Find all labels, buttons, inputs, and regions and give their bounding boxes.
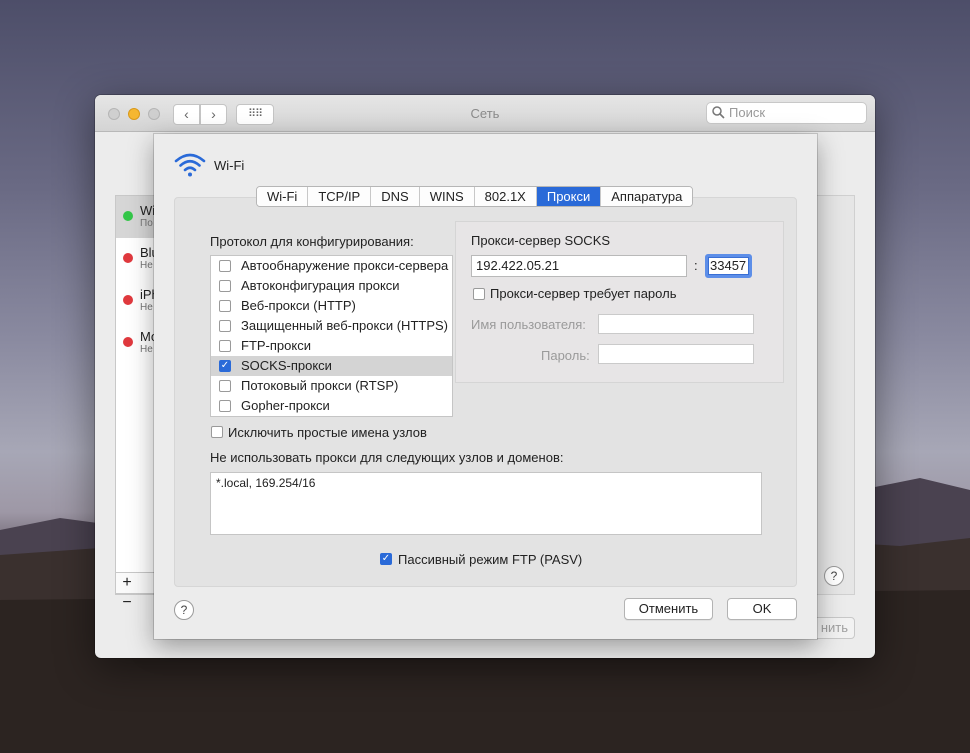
cancel-button[interactable]: Отменить — [624, 598, 713, 620]
help-button[interactable]: ? — [174, 600, 194, 620]
protocol-item-rtsp[interactable]: Потоковый прокси (RTSP) — [211, 376, 452, 396]
tab-bar: Wi-Fi TCP/IP DNS WINS 802.1X Прокси Аппа… — [256, 186, 694, 207]
exclude-simple-hosts-checkbox[interactable] — [211, 426, 223, 438]
protocol-label: FTP-прокси — [241, 338, 311, 353]
protocol-item-auto-discovery[interactable]: Автообнаружение прокси-сервера — [211, 256, 452, 276]
exclude-simple-hosts-label[interactable]: Исключить простые имена узлов — [228, 425, 427, 440]
protocol-checkbox[interactable]: ✓ — [219, 360, 231, 372]
ok-button[interactable]: OK — [727, 598, 797, 620]
socks-panel-title: Прокси-сервер SOCKS — [471, 233, 611, 248]
protocol-label: SOCKS-прокси — [241, 358, 332, 373]
add-remove-bar: +− — [115, 572, 159, 611]
protocol-label: Gopher-прокси — [241, 398, 330, 413]
search-placeholder: Поиск — [729, 105, 766, 120]
tab-wifi[interactable]: Wi-Fi — [257, 187, 309, 206]
username-label: Имя пользователя: — [471, 317, 586, 332]
service-status: По — [140, 218, 153, 229]
protocol-item-auto-config[interactable]: Автоконфигурация прокси — [211, 276, 452, 296]
protocol-item-http[interactable]: Веб-прокси (HTTP) — [211, 296, 452, 316]
tab-tcpip[interactable]: TCP/IP — [308, 187, 372, 206]
checkmark-icon: ✓ — [381, 553, 391, 564]
protocol-item-gopher[interactable]: Gopher-прокси — [211, 396, 452, 416]
password-field[interactable] — [598, 344, 754, 364]
protocol-checkbox[interactable] — [219, 340, 231, 352]
protocol-item-https[interactable]: Защищенный веб-прокси (HTTPS) — [211, 316, 452, 336]
search-icon — [712, 106, 725, 119]
protocol-label: Автообнаружение прокси-сервера — [241, 258, 449, 273]
protocol-label: Веб-прокси (HTTP) — [241, 298, 356, 313]
port-separator: : — [694, 258, 698, 273]
protocol-checkbox[interactable] — [219, 320, 231, 332]
pasv-checkbox[interactable]: ✓ — [380, 553, 392, 565]
protocol-label: Автоконфигурация прокси — [241, 278, 400, 293]
checkmark-icon: ✓ — [220, 360, 230, 371]
wifi-icon — [174, 153, 206, 177]
protocol-checkbox[interactable] — [219, 260, 231, 272]
username-field[interactable] — [598, 314, 754, 334]
protocol-list: Автообнаружение прокси-сервера Автоконфи… — [210, 255, 453, 417]
password-label: Пароль: — [541, 348, 590, 363]
add-service-button[interactable]: + — [116, 573, 138, 593]
window-help-button[interactable]: ? — [824, 566, 844, 586]
service-status: Не — [140, 344, 153, 355]
protocol-item-ftp[interactable]: FTP-прокси — [211, 336, 452, 356]
protocol-checkbox[interactable] — [219, 300, 231, 312]
service-status: Не — [140, 260, 153, 271]
service-name: Wi — [140, 203, 156, 218]
tab-8021x[interactable]: 802.1X — [474, 187, 537, 206]
interface-name: Wi-Fi — [214, 158, 245, 173]
protocol-label: Потоковый прокси (RTSP) — [241, 378, 399, 393]
protocol-checkbox[interactable] — [219, 280, 231, 292]
status-dot-icon — [123, 253, 133, 263]
tab-proxies[interactable]: Прокси — [536, 187, 602, 206]
bypass-label: Не использовать прокси для следующих узл… — [210, 450, 564, 465]
bypass-hosts-textarea[interactable]: *.local, 169.254/16 — [210, 472, 762, 535]
service-status: Не — [140, 302, 153, 313]
status-dot-icon — [123, 211, 133, 221]
proxy-port-input[interactable]: 33457 — [705, 254, 752, 278]
protocol-list-label: Протокол для конфигурирования: — [210, 234, 414, 249]
advanced-settings-sheet: Wi-Fi Wi-Fi TCP/IP DNS WINS 802.1X Прокс… — [154, 134, 817, 639]
requires-password-checkbox[interactable] — [473, 288, 485, 300]
remove-service-button[interactable]: − — [116, 593, 138, 613]
protocol-checkbox[interactable] — [219, 400, 231, 412]
search-field[interactable]: Поиск — [706, 102, 867, 124]
tab-wins[interactable]: WINS — [419, 187, 475, 206]
status-dot-icon — [123, 295, 133, 305]
tab-hardware[interactable]: Аппаратура — [601, 187, 693, 206]
protocol-checkbox[interactable] — [219, 380, 231, 392]
title-bar: ‹ › ⠿⠿ Сеть Поиск — [95, 95, 875, 132]
proxy-server-input[interactable]: 192.422.05.21 — [471, 255, 687, 277]
protocol-item-socks[interactable]: ✓ SOCKS-прокси — [211, 356, 452, 376]
socks-proxy-panel: Прокси-сервер SOCKS 192.422.05.21 : 3345… — [456, 222, 783, 382]
pasv-label[interactable]: Пассивный режим FTP (PASV) — [398, 552, 582, 567]
requires-password-label[interactable]: Прокси-сервер требует пароль — [490, 286, 676, 301]
service-list: Wi По Blu Не iPh Не Mo Не — [115, 195, 160, 595]
protocol-label: Защищенный веб-прокси (HTTPS) — [241, 318, 448, 333]
status-dot-icon — [123, 337, 133, 347]
tab-dns[interactable]: DNS — [371, 187, 420, 206]
